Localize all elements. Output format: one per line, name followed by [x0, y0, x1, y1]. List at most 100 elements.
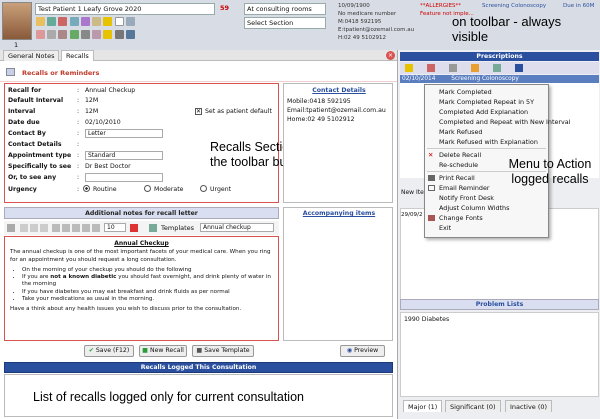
rx-edit-icon[interactable] [427, 64, 435, 72]
pin-icon[interactable] [7, 224, 15, 232]
default-interval-value: 12M [85, 97, 99, 104]
set-default-checkbox[interactable]: ✕ [195, 108, 202, 115]
prescription-icon[interactable] [47, 17, 57, 26]
allergies-label[interactable]: **ALLERGIES** [420, 3, 461, 9]
star-icon[interactable] [103, 17, 113, 26]
new-recall-button[interactable]: ■ New Recall [139, 345, 187, 357]
tab-inactive[interactable]: Inactive (0) [505, 400, 553, 412]
menu-mark-completed-5y[interactable]: Mark Completed Repeat in 5Y [425, 97, 548, 107]
image-icon[interactable] [80, 17, 90, 26]
color-icon[interactable] [130, 224, 138, 232]
menu-print-label: Print Recall [439, 174, 475, 182]
urgency-urgent-radio[interactable] [200, 185, 207, 192]
prescription-row[interactable]: 02/10/2014 Screening Colonoscopy [400, 75, 599, 83]
menu-completed-explanation[interactable]: Completed Add Explanation [425, 107, 548, 117]
align-center-icon[interactable] [62, 224, 70, 232]
calendar-icon[interactable] [92, 17, 102, 26]
bullet2-pre: If you are [22, 274, 51, 281]
star-fav-icon[interactable] [103, 30, 113, 39]
tab-significant[interactable]: Significant (0) [445, 400, 501, 412]
menu-mark-completed[interactable]: Mark Completed [425, 87, 548, 97]
new-recall-icon: ■ [142, 347, 148, 354]
menu-adjust-columns[interactable]: Adjust Column Widths [425, 203, 548, 213]
edit-icon[interactable] [47, 30, 57, 39]
recall-for-label: Recall for [8, 87, 42, 94]
close-tab-icon[interactable]: × [386, 51, 395, 60]
contact-details-title: Contact Details [312, 87, 366, 94]
problem-list[interactable]: 1990 Diabetes [400, 312, 599, 397]
save-template-button[interactable]: ■ Save Template [192, 345, 254, 357]
close-icon[interactable] [114, 17, 124, 26]
menu-change-fonts[interactable]: Change Fonts [425, 213, 548, 223]
tab-recalls[interactable]: Recalls [61, 50, 94, 61]
flask-icon[interactable] [69, 17, 79, 26]
notes-bullets: On the morning of your checkup you shoul… [10, 267, 273, 303]
templates-select[interactable]: Annual checkup [200, 223, 274, 232]
toolbar-annotation: on toolbar - always visible [452, 14, 562, 44]
italic-icon[interactable] [30, 224, 38, 232]
preview-button[interactable]: ◉ Preview [340, 345, 385, 357]
avatar[interactable] [2, 2, 32, 40]
template-icon[interactable] [149, 224, 157, 232]
save-button-label: Save (F12) [95, 347, 130, 354]
section-select[interactable]: Select Section [244, 17, 326, 29]
save-template-label: Save Template [204, 347, 250, 354]
align-right-icon[interactable] [72, 224, 80, 232]
location-select[interactable]: At consulting rooms [244, 3, 326, 15]
save-check-icon: ✔ [88, 347, 94, 354]
align-left-icon[interactable] [52, 224, 60, 232]
recall-icon[interactable] [36, 30, 45, 39]
rx-down-icon[interactable] [515, 64, 523, 72]
rx-user-icon[interactable] [493, 64, 501, 72]
brush-icon[interactable] [69, 30, 79, 39]
clip-icon[interactable] [80, 30, 90, 39]
patient-name-field[interactable]: Test Patient 1 Leafy Grove 2020 [35, 3, 215, 15]
or-any-select[interactable] [85, 173, 163, 182]
contact-by-select[interactable]: Letter [85, 129, 163, 138]
pen-icon[interactable] [58, 17, 68, 26]
indent-icon[interactable] [92, 224, 100, 232]
font-size-select[interactable]: 10 [104, 223, 126, 232]
disk-icon[interactable] [125, 30, 135, 39]
menu-mark-refused[interactable]: Mark Refused [425, 127, 548, 137]
preview-label: Preview [354, 347, 379, 354]
interval-value[interactable]: 12M [85, 108, 98, 115]
font-icon[interactable] [58, 30, 68, 39]
logged-list[interactable]: List of recalls logged only for current … [4, 374, 393, 417]
menu-exit[interactable]: Exit [425, 223, 548, 233]
bold-icon[interactable] [20, 224, 28, 232]
contact-home: Home:02 49 5102912 [287, 116, 355, 123]
menu-refused-explanation[interactable]: Mark Refused with Explanation [425, 137, 548, 147]
save-icon[interactable] [125, 17, 135, 26]
urgency-routine-radio[interactable] [83, 185, 90, 192]
urgency-urgent-label: Urgent [210, 186, 232, 193]
print-icon[interactable] [114, 30, 124, 39]
date-due-value[interactable]: 02/10/2010 [85, 119, 121, 126]
templates-label: Templates [161, 224, 195, 232]
rx-refresh-icon[interactable] [471, 64, 479, 72]
colon: : [77, 174, 80, 181]
recall-for-value[interactable]: Annual Checkup [85, 87, 135, 94]
menu-notify-front-desk[interactable]: Notify Front Desk [425, 193, 548, 203]
menu-completed-new-interval[interactable]: Completed and Repeat with New Interval [425, 117, 571, 127]
tab-major[interactable]: Major (1) [403, 400, 443, 412]
recalls-header: Recalls or Reminders [0, 62, 397, 82]
rx-add-icon[interactable] [405, 64, 413, 72]
recalls-title: Recalls or Reminders [22, 69, 100, 77]
notes-editor[interactable]: Annual Checkup The annual checkup is one… [4, 236, 279, 341]
underline-icon[interactable] [40, 224, 48, 232]
notes-icon[interactable] [36, 17, 45, 26]
appointment-type-select[interactable]: Standard [85, 151, 163, 160]
notes-bullet1: On the morning of your checkup you shoul… [22, 267, 273, 274]
colon: : [77, 130, 80, 137]
rx-copy-icon[interactable] [449, 64, 457, 72]
colon: : [77, 186, 80, 193]
bullet-list-icon[interactable] [82, 224, 90, 232]
patient-email: E:tpatient@ozemail.com.au [338, 27, 415, 33]
specifically-value[interactable]: Dr Best Doctor [85, 163, 131, 170]
problem-item[interactable]: 1990 Diabetes [404, 316, 449, 323]
tab-general-notes[interactable]: General Notes [3, 50, 60, 61]
save-button[interactable]: ✔ Save (F12) [84, 345, 134, 357]
urgency-moderate-radio[interactable] [144, 185, 151, 192]
book-icon[interactable] [92, 30, 102, 39]
